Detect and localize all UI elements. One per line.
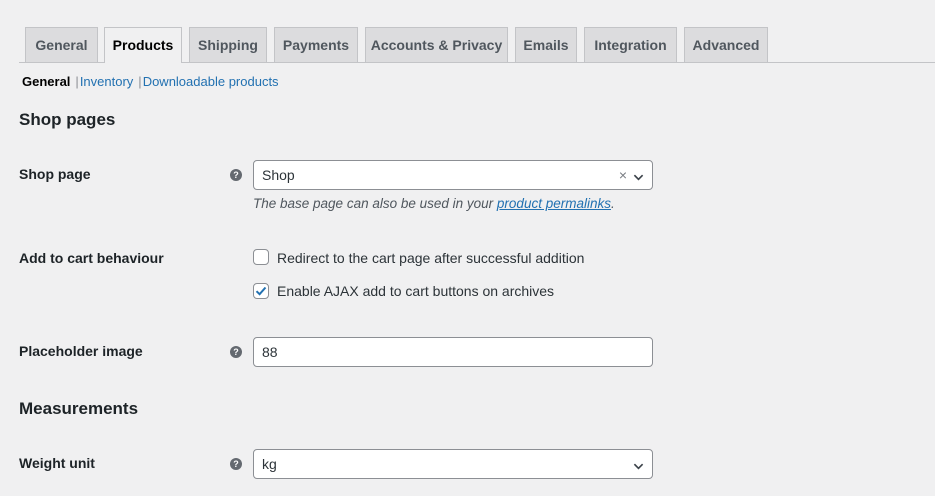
chevron-down-icon — [633, 459, 644, 477]
subnav-separator: | — [75, 74, 79, 89]
placeholder-image-label: Placeholder image — [19, 343, 143, 359]
shop-page-label: Shop page — [19, 166, 91, 182]
shop-page-description: The base page can also be used in your p… — [253, 196, 615, 211]
tab-emails[interactable]: Emails — [515, 27, 577, 62]
subnav-link-downloadable-products[interactable]: Downloadable products — [143, 74, 279, 89]
tab-general[interactable]: General — [25, 27, 98, 62]
question-circle-icon[interactable]: ? — [230, 458, 242, 470]
ajax-add-to-cart-label[interactable]: Enable AJAX add to cart buttons on archi… — [277, 283, 554, 299]
shop-page-description-text: The base page can also be used in your — [253, 196, 497, 211]
subnav-separator: | — [138, 74, 142, 89]
tab-products[interactable]: Products — [104, 27, 182, 63]
chevron-down-icon — [633, 170, 644, 188]
subnav-link-inventory[interactable]: Inventory — [80, 74, 133, 89]
shop-page-select[interactable]: Shop × — [253, 160, 653, 190]
ajax-add-to-cart-checkbox[interactable] — [253, 283, 269, 299]
tab-shipping[interactable]: Shipping — [189, 27, 267, 62]
close-icon[interactable]: × — [619, 161, 627, 189]
tab-accounts-privacy[interactable]: Accounts & Privacy — [365, 27, 508, 62]
section-heading-measurements: Measurements — [19, 399, 139, 418]
weight-unit-select[interactable]: kg — [253, 449, 653, 479]
question-circle-icon[interactable]: ? — [230, 169, 242, 181]
placeholder-image-input[interactable] — [253, 337, 653, 367]
tab-advanced[interactable]: Advanced — [684, 27, 768, 62]
shop-page-description-end: . — [610, 196, 615, 211]
checkmark-icon — [255, 286, 267, 296]
subnav-current-general: General — [22, 74, 71, 89]
redirect-to-cart-label[interactable]: Redirect to the cart page after successf… — [277, 250, 584, 266]
add-to-cart-label: Add to cart behaviour — [19, 250, 164, 266]
tab-integration[interactable]: Integration — [584, 27, 677, 62]
shop-page-select-value: Shop — [262, 167, 295, 183]
section-heading-shop-pages: Shop pages — [19, 110, 116, 129]
tab-payments[interactable]: Payments — [274, 27, 358, 62]
section-subnav: General |Inventory |Downloadable products — [22, 73, 279, 91]
redirect-to-cart-checkbox[interactable] — [253, 249, 269, 265]
weight-unit-label: Weight unit — [19, 455, 95, 471]
product-permalinks-link[interactable]: product permalinks — [497, 196, 611, 211]
weight-unit-select-value: kg — [262, 456, 277, 472]
question-circle-icon[interactable]: ? — [230, 346, 242, 358]
settings-tab-bar: General Products Shipping Payments Accou… — [0, 0, 935, 63]
